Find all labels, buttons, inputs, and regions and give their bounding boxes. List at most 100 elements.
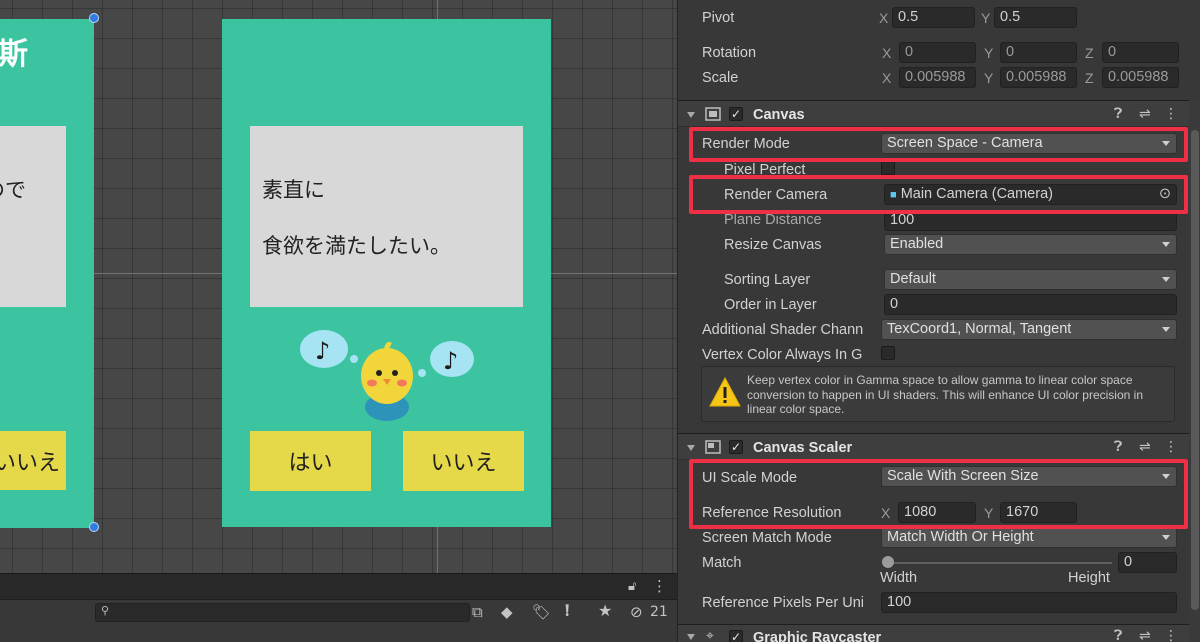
graphic-raycaster-menu-icon[interactable]: ⋮ [1164,628,1178,642]
graphic-raycaster-enabled-checkbox[interactable]: ✓ [729,630,743,642]
render-mode-dropdown[interactable]: Screen Space - Camera [881,133,1177,154]
sorting-layer-label: Sorting Layer [724,272,811,288]
more-options-icon[interactable]: ⋮ [652,577,667,595]
graphic-raycaster-component-header[interactable]: ⌖ ✓ Graphic Raycaster ❓︎ ⇌ ⋮ [678,624,1189,642]
rotation-y-field[interactable]: 0 [1000,42,1077,63]
graphic-raycaster-foldout-icon[interactable] [687,634,695,640]
scale-x-field[interactable]: 0.005988 [899,67,976,88]
object-picker-icon[interactable]: ⊙ [1159,185,1171,204]
reference-resolution-x-field[interactable]: 1080 [898,502,976,523]
screen-match-mode-dropdown[interactable]: Match Width Or Height [881,527,1177,548]
right-canvas-card[interactable]: 素直に 食欲を満たしたい。 ♪ ♪ はい いいえ [222,19,551,527]
ui-scale-mode-value: Scale With Screen Size [887,468,1039,484]
scale-y-field[interactable]: 0.005988 [1000,67,1077,88]
canvas-scaler-title: Canvas Scaler [753,440,853,456]
no-button[interactable]: いいえ [403,431,524,491]
reference-ppu-field[interactable]: 100 [881,592,1177,613]
match-slider-track[interactable] [887,562,1112,564]
right-card-question-line2: 食欲を満たしたい。 [262,234,451,258]
canvas-title: Canvas [753,107,805,123]
chevron-down-icon [1162,277,1170,282]
reference-ppu-label: Reference Pixels Per Uni [702,595,864,611]
yes-button[interactable]: はい [250,431,371,491]
pivot-x-field[interactable]: 0.5 [892,7,975,28]
inspector-panel: Pivot X 0.5 Y 0.5 Rotation X 0 Y 0 Z 0 S… [677,0,1200,642]
pixel-perfect-label: Pixel Perfect [724,162,806,178]
canvas-enabled-checkbox[interactable]: ✓ [729,107,743,121]
canvas-scaler-presets-icon[interactable]: ⇌ [1139,439,1151,455]
plane-distance-field[interactable]: 100 [884,210,1177,231]
search-input[interactable]: ⚲ [95,603,470,622]
chevron-down-icon [1162,474,1170,479]
canvas-scaler-icon [705,440,721,454]
scene-panel-header: 🔓︎ ⋮ [0,573,677,599]
scene-view[interactable]: 斯 ので 。 いいえ 素直に 食欲を満たしたい。 ♪ ♪ [0,0,677,573]
pivot-y-axis: Y [981,10,991,26]
graphic-raycaster-presets-icon[interactable]: ⇌ [1139,628,1151,642]
inspector-scroll-thumb[interactable] [1191,130,1199,610]
graphic-raycaster-help-icon[interactable]: ❓︎ [1114,628,1122,642]
svg-text:♪: ♪ [315,337,330,365]
left-card-no-button[interactable]: いいえ [0,431,66,490]
canvas-presets-icon[interactable]: ⇌ [1139,106,1151,122]
scale-z-axis: Z [1085,70,1094,86]
rotation-z-field[interactable]: 0 [1102,42,1179,63]
additional-shader-label: Additional Shader Chann [702,322,864,338]
tag-icon[interactable]: 🏷︎ [532,603,551,621]
reference-resolution-y-axis: Y [984,505,994,521]
canvas-scaler-foldout-icon[interactable] [687,445,695,451]
order-in-layer-field[interactable]: 0 [884,294,1177,315]
render-camera-field[interactable]: ■ Main Camera (Camera) ⊙ [884,184,1177,205]
render-mode-value: Screen Space - Camera [887,135,1043,151]
render-mode-label: Render Mode [702,136,790,152]
match-slider-handle[interactable] [882,556,894,568]
render-camera-value: Main Camera (Camera) [900,186,1053,202]
rect-handle-top-right[interactable] [89,13,99,23]
canvas-menu-icon[interactable]: ⋮ [1164,106,1178,122]
chevron-down-icon [1162,535,1170,540]
left-canvas-card[interactable]: 斯 ので 。 いいえ [0,19,94,528]
left-card-question-fragment: ので [0,178,26,202]
gamma-warning-box: Keep vertex color in Gamma space to allo… [701,366,1175,422]
scale-z-field[interactable]: 0.005988 [1102,67,1179,88]
chevron-down-icon [1162,242,1170,247]
ui-scale-mode-dropdown[interactable]: Scale With Screen Size [881,466,1177,487]
pixel-perfect-checkbox[interactable] [881,161,895,175]
canvas-scaler-menu-icon[interactable]: ⋮ [1164,439,1178,455]
chevron-down-icon [1162,327,1170,332]
left-card-logo-fragment: 斯 [0,37,28,72]
rotation-x-field[interactable]: 0 [899,42,976,63]
match-value-field[interactable]: 0 [1118,552,1177,573]
shapes-icon[interactable]: ◆ [501,603,513,621]
resize-canvas-label: Resize Canvas [724,237,822,253]
additional-shader-dropdown[interactable]: TexCoord1, Normal, Tangent [881,319,1177,340]
inspector-scrollbar[interactable] [1189,100,1200,642]
canvas-scaler-enabled-checkbox[interactable]: ✓ [729,440,743,454]
rotation-label: Rotation [702,45,757,61]
sorting-layer-dropdown[interactable]: Default [884,269,1177,290]
canvas-foldout-icon[interactable] [687,112,695,118]
resize-canvas-value: Enabled [890,236,944,252]
additional-shader-value: TexCoord1, Normal, Tangent [887,321,1072,337]
vertex-color-label: Vertex Color Always In G [702,347,863,363]
zoom-icon[interactable]: ⧉ [472,603,483,621]
canvas-help-icon[interactable]: ❓︎ [1114,106,1122,122]
svg-text:♪: ♪ [443,347,458,375]
scale-x-axis: X [882,70,892,86]
reference-resolution-y-field[interactable]: 1670 [1000,502,1077,523]
canvas-scaler-component-header[interactable]: ✓ Canvas Scaler ❓︎ ⇌ ⋮ [678,433,1189,460]
rotation-z-axis: Z [1085,45,1094,61]
match-label: Match [702,555,742,571]
resize-canvas-dropdown[interactable]: Enabled [884,234,1177,255]
pivot-y-field[interactable]: 0.5 [994,7,1077,28]
canvas-component-header[interactable]: ✓ Canvas ❓︎ ⇌ ⋮ [678,100,1189,127]
hidden-visibility-icon[interactable]: ⊘ [630,603,643,621]
canvas-scaler-help-icon[interactable]: ❓︎ [1114,439,1122,455]
star-icon[interactable]: ★ [598,602,612,620]
left-card-question-box: ので [0,126,66,307]
vertex-color-checkbox[interactable] [881,346,895,360]
error-icon[interactable]: ❗︎ [565,602,569,620]
warning-icon [709,376,741,407]
lock-icon[interactable]: 🔓︎ [628,578,636,596]
rect-handle-bottom-right[interactable] [89,522,99,532]
